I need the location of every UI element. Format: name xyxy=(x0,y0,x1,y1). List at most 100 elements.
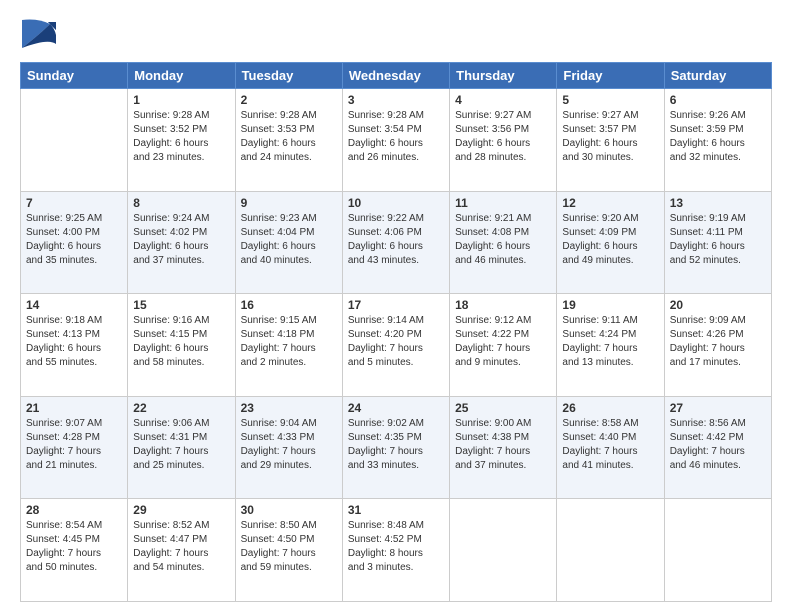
day-number: 12 xyxy=(562,196,658,210)
calendar-cell: 13 Sunrise: 9:19 AM Sunset: 4:11 PM Dayli… xyxy=(664,191,771,294)
day-info: Sunrise: 9:19 AM Sunset: 4:11 PM Dayligh… xyxy=(670,212,766,268)
day-info: Sunrise: 9:22 AM Sunset: 4:06 PM Dayligh… xyxy=(348,212,444,268)
calendar-cell: 8 Sunrise: 9:24 AM Sunset: 4:02 PM Daylig… xyxy=(128,191,235,294)
day-number: 23 xyxy=(241,401,337,415)
calendar-cell: 10 Sunrise: 9:22 AM Sunset: 4:06 PM Dayli… xyxy=(342,191,449,294)
day-number: 21 xyxy=(26,401,122,415)
calendar-week-5: 28 Sunrise: 8:54 AM Sunset: 4:45 PM Dayli… xyxy=(21,499,772,602)
day-number: 1 xyxy=(133,93,229,107)
calendar-cell: 27 Sunrise: 8:56 AM Sunset: 4:42 PM Dayli… xyxy=(664,396,771,499)
calendar-cell: 3Sunrise: 9:28 AM Sunset: 3:54 PM Daylig… xyxy=(342,89,449,192)
calendar-cell: 22Sunrise: 9:06 AM Sunset: 4:31 PM Dayli… xyxy=(128,396,235,499)
calendar-cell: 14 Sunrise: 9:18 AM Sunset: 4:13 PM Dayli… xyxy=(21,294,128,397)
calendar-cell: 16 Sunrise: 9:15 AM Sunset: 4:18 PM Dayli… xyxy=(235,294,342,397)
day-number: 14 xyxy=(26,298,122,312)
calendar-cell: 15 Sunrise: 9:16 AM Sunset: 4:15 PM Dayli… xyxy=(128,294,235,397)
day-info: Sunrise: 9:28 AM Sunset: 3:52 PM Dayligh… xyxy=(133,109,229,165)
calendar-week-2: 7 Sunrise: 9:25 AM Sunset: 4:00 PM Daylig… xyxy=(21,191,772,294)
day-info: Sunrise: 8:54 AM Sunset: 4:45 PM Dayligh… xyxy=(26,519,122,575)
calendar-cell: 4Sunrise: 9:27 AM Sunset: 3:56 PM Daylig… xyxy=(450,89,557,192)
day-info: Sunrise: 8:56 AM Sunset: 4:42 PM Dayligh… xyxy=(670,417,766,473)
day-info: Sunrise: 9:02 AM Sunset: 4:35 PM Dayligh… xyxy=(348,417,444,473)
weekday-header-saturday: Saturday xyxy=(664,63,771,89)
calendar-cell: 28 Sunrise: 8:54 AM Sunset: 4:45 PM Dayli… xyxy=(21,499,128,602)
weekday-header-monday: Monday xyxy=(128,63,235,89)
weekday-header-friday: Friday xyxy=(557,63,664,89)
day-number: 29 xyxy=(133,503,229,517)
day-info: Sunrise: 8:52 AM Sunset: 4:47 PM Dayligh… xyxy=(133,519,229,575)
weekday-header-thursday: Thursday xyxy=(450,63,557,89)
day-number: 2 xyxy=(241,93,337,107)
calendar-cell: 1 Sunrise: 9:28 AM Sunset: 3:52 PM Daylig… xyxy=(128,89,235,192)
day-info: Sunrise: 9:26 AM Sunset: 3:59 PM Dayligh… xyxy=(670,109,766,165)
calendar-header-row: SundayMondayTuesdayWednesdayThursdayFrid… xyxy=(21,63,772,89)
day-number: 7 xyxy=(26,196,122,210)
day-number: 28 xyxy=(26,503,122,517)
day-info: Sunrise: 9:28 AM Sunset: 3:54 PM Dayligh… xyxy=(348,109,444,165)
calendar-cell xyxy=(450,499,557,602)
day-info: Sunrise: 9:18 AM Sunset: 4:13 PM Dayligh… xyxy=(26,314,122,370)
day-info: Sunrise: 9:07 AM Sunset: 4:28 PM Dayligh… xyxy=(26,417,122,473)
day-number: 22 xyxy=(133,401,229,415)
day-number: 19 xyxy=(562,298,658,312)
day-number: 10 xyxy=(348,196,444,210)
day-number: 6 xyxy=(670,93,766,107)
day-number: 30 xyxy=(241,503,337,517)
day-info: Sunrise: 9:00 AM Sunset: 4:38 PM Dayligh… xyxy=(455,417,551,473)
calendar-cell: 31 Sunrise: 8:48 AM Sunset: 4:52 PM Dayli… xyxy=(342,499,449,602)
day-info: Sunrise: 8:50 AM Sunset: 4:50 PM Dayligh… xyxy=(241,519,337,575)
day-info: Sunrise: 9:16 AM Sunset: 4:15 PM Dayligh… xyxy=(133,314,229,370)
weekday-header-wednesday: Wednesday xyxy=(342,63,449,89)
day-info: Sunrise: 8:48 AM Sunset: 4:52 PM Dayligh… xyxy=(348,519,444,575)
calendar-cell xyxy=(557,499,664,602)
calendar-cell: 7 Sunrise: 9:25 AM Sunset: 4:00 PM Daylig… xyxy=(21,191,128,294)
day-info: Sunrise: 9:27 AM Sunset: 3:57 PM Dayligh… xyxy=(562,109,658,165)
day-number: 25 xyxy=(455,401,551,415)
calendar-week-3: 14 Sunrise: 9:18 AM Sunset: 4:13 PM Dayli… xyxy=(21,294,772,397)
day-info: Sunrise: 9:27 AM Sunset: 3:56 PM Dayligh… xyxy=(455,109,551,165)
day-info: Sunrise: 9:28 AM Sunset: 3:53 PM Dayligh… xyxy=(241,109,337,165)
calendar-table: SundayMondayTuesdayWednesdayThursdayFrid… xyxy=(20,62,772,602)
day-info: Sunrise: 9:14 AM Sunset: 4:20 PM Dayligh… xyxy=(348,314,444,370)
calendar-cell: 30 Sunrise: 8:50 AM Sunset: 4:50 PM Dayli… xyxy=(235,499,342,602)
calendar-cell: 20 Sunrise: 9:09 AM Sunset: 4:26 PM Dayli… xyxy=(664,294,771,397)
day-number: 8 xyxy=(133,196,229,210)
day-number: 26 xyxy=(562,401,658,415)
day-info: Sunrise: 9:04 AM Sunset: 4:33 PM Dayligh… xyxy=(241,417,337,473)
day-info: Sunrise: 9:21 AM Sunset: 4:08 PM Dayligh… xyxy=(455,212,551,268)
day-number: 27 xyxy=(670,401,766,415)
calendar-week-1: 1 Sunrise: 9:28 AM Sunset: 3:52 PM Daylig… xyxy=(21,89,772,192)
day-number: 18 xyxy=(455,298,551,312)
calendar-cell: 12 Sunrise: 9:20 AM Sunset: 4:09 PM Dayli… xyxy=(557,191,664,294)
day-info: Sunrise: 9:15 AM Sunset: 4:18 PM Dayligh… xyxy=(241,314,337,370)
day-number: 5 xyxy=(562,93,658,107)
calendar-cell: 23 Sunrise: 9:04 AM Sunset: 4:33 PM Dayli… xyxy=(235,396,342,499)
day-number: 11 xyxy=(455,196,551,210)
day-info: Sunrise: 9:25 AM Sunset: 4:00 PM Dayligh… xyxy=(26,212,122,268)
calendar-cell: 29 Sunrise: 8:52 AM Sunset: 4:47 PM Dayli… xyxy=(128,499,235,602)
day-info: Sunrise: 9:09 AM Sunset: 4:26 PM Dayligh… xyxy=(670,314,766,370)
day-info: Sunrise: 9:23 AM Sunset: 4:04 PM Dayligh… xyxy=(241,212,337,268)
calendar-cell: 5 Sunrise: 9:27 AM Sunset: 3:57 PM Daylig… xyxy=(557,89,664,192)
calendar-week-4: 21 Sunrise: 9:07 AM Sunset: 4:28 PM Dayli… xyxy=(21,396,772,499)
day-number: 13 xyxy=(670,196,766,210)
calendar-cell xyxy=(21,89,128,192)
day-number: 31 xyxy=(348,503,444,517)
logo xyxy=(20,16,56,52)
calendar-cell: 21 Sunrise: 9:07 AM Sunset: 4:28 PM Dayli… xyxy=(21,396,128,499)
calendar-cell: 26 Sunrise: 8:58 AM Sunset: 4:40 PM Dayli… xyxy=(557,396,664,499)
day-info: Sunrise: 9:12 AM Sunset: 4:22 PM Dayligh… xyxy=(455,314,551,370)
day-info: Sunrise: 9:20 AM Sunset: 4:09 PM Dayligh… xyxy=(562,212,658,268)
calendar-cell: 24 Sunrise: 9:02 AM Sunset: 4:35 PM Dayli… xyxy=(342,396,449,499)
day-info: Sunrise: 9:24 AM Sunset: 4:02 PM Dayligh… xyxy=(133,212,229,268)
day-number: 16 xyxy=(241,298,337,312)
calendar-cell: 17Sunrise: 9:14 AM Sunset: 4:20 PM Dayli… xyxy=(342,294,449,397)
day-info: Sunrise: 8:58 AM Sunset: 4:40 PM Dayligh… xyxy=(562,417,658,473)
calendar-cell: 25 Sunrise: 9:00 AM Sunset: 4:38 PM Dayli… xyxy=(450,396,557,499)
day-number: 20 xyxy=(670,298,766,312)
day-info: Sunrise: 9:11 AM Sunset: 4:24 PM Dayligh… xyxy=(562,314,658,370)
calendar-cell: 9Sunrise: 9:23 AM Sunset: 4:04 PM Daylig… xyxy=(235,191,342,294)
logo-icon xyxy=(20,16,56,52)
day-number: 15 xyxy=(133,298,229,312)
day-number: 24 xyxy=(348,401,444,415)
